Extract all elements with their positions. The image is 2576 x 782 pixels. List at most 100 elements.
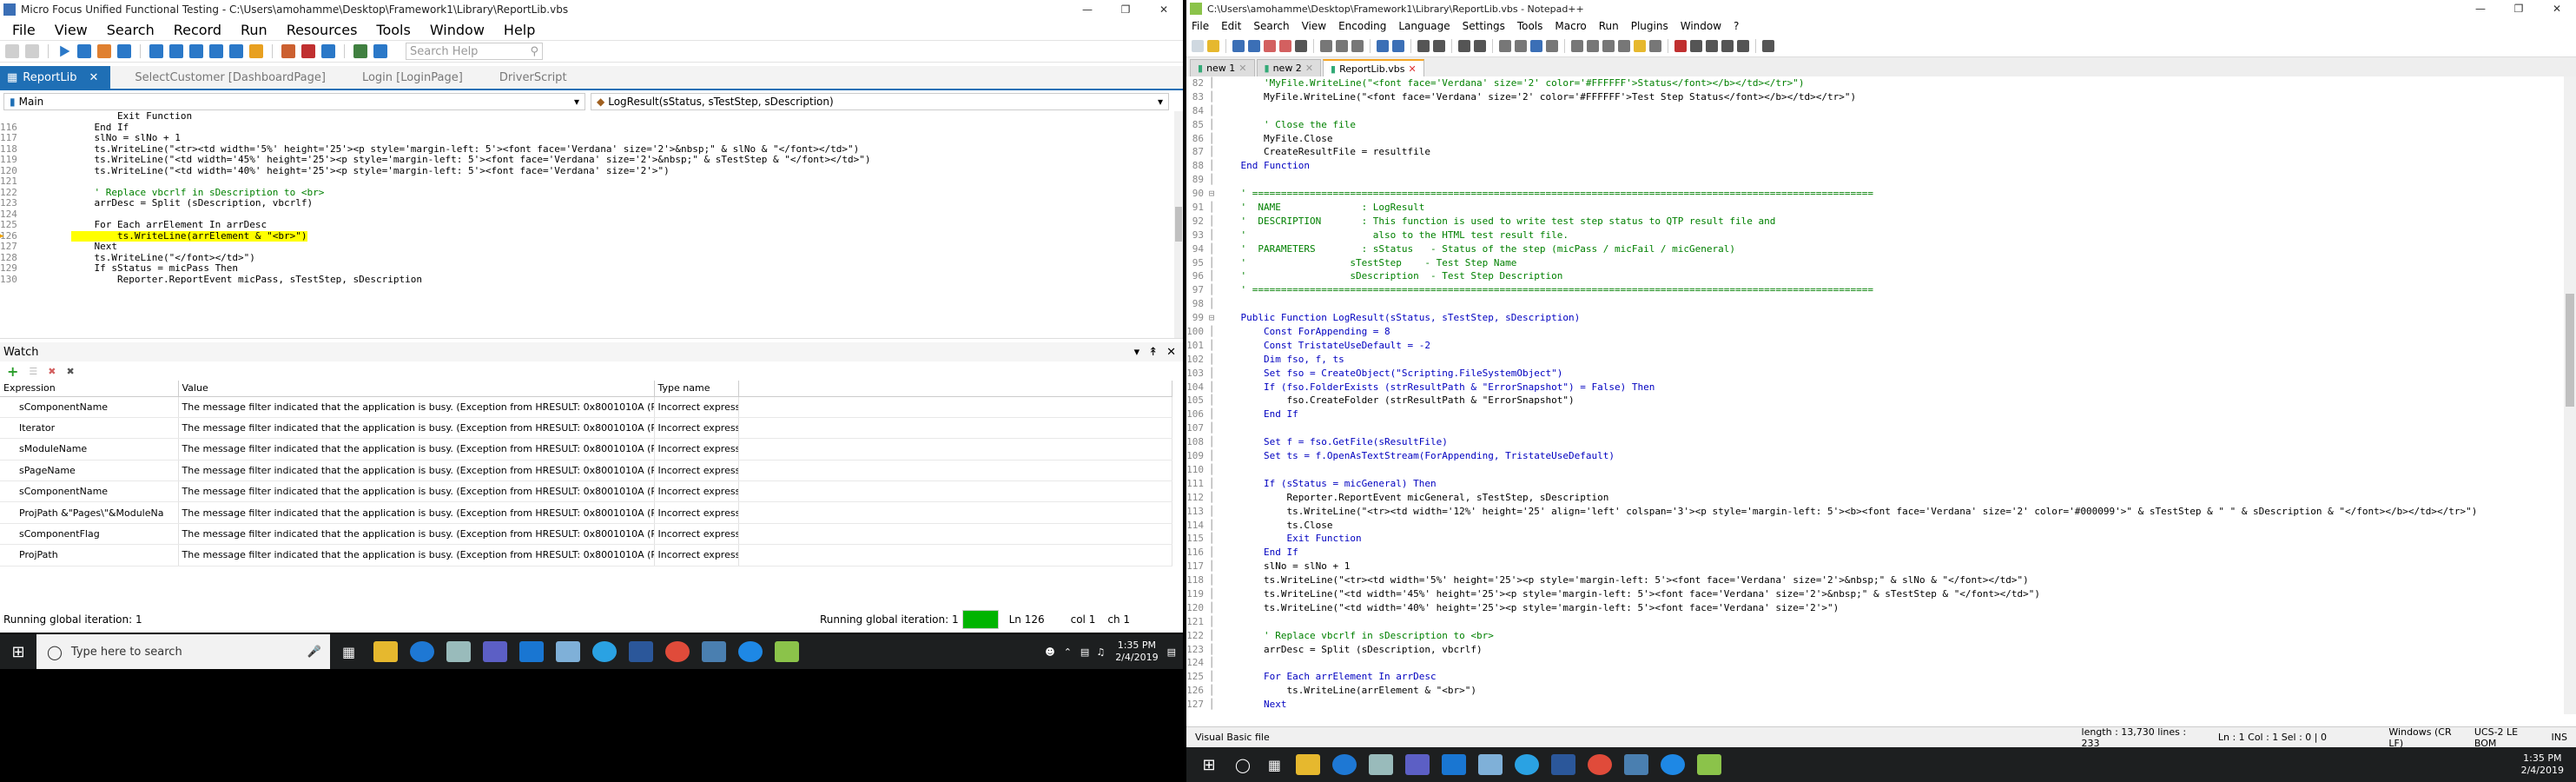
fold-marker[interactable]: │	[1205, 573, 1218, 587]
code-line[interactable]: 122 │ ' Replace vbcrlf in sDescription to…	[1186, 629, 2576, 643]
code-line[interactable]: 126 │ ts.WriteLine(arrElement & "<br>")	[1186, 684, 2576, 698]
code-line[interactable]: 88 │ End Function	[1186, 159, 2576, 173]
zoom-out-icon[interactable]	[1474, 39, 1486, 52]
code-line[interactable]: 99 ⊟ Public Function LogResult(sStatus, s…	[1186, 311, 2576, 325]
skype-icon[interactable]	[592, 641, 618, 662]
fold-marker[interactable]: │	[1205, 463, 1218, 477]
code-line[interactable]: 125 For Each arrElement In arrDesc	[0, 219, 1183, 231]
col-value[interactable]: Value	[178, 381, 655, 397]
menu-record[interactable]: Record	[174, 22, 221, 38]
menu-run[interactable]: Run	[241, 22, 268, 38]
fold-marker[interactable]: │	[1205, 118, 1218, 132]
people-icon[interactable]: ☻	[1045, 646, 1054, 658]
code-line[interactable]: 93 │ ' also to the HTML test result file.	[1186, 229, 2576, 242]
fold-marker[interactable]: │	[1205, 601, 1218, 615]
fold-marker[interactable]: │	[1205, 505, 1218, 519]
code-line[interactable]: 96 │ ' sDescription - Test Step Descripti…	[1186, 269, 2576, 283]
word-wrap-icon[interactable]	[1530, 39, 1542, 52]
notepad-icon[interactable]	[556, 641, 581, 662]
menu-settings[interactable]: Settings	[1463, 20, 1505, 32]
code-line[interactable]: 94 │ ' PARAMETERS : sStatus - Status of t…	[1186, 242, 2576, 256]
checkpoint-icon[interactable]	[301, 44, 315, 58]
clock[interactable]: 1:35 PM 2/4/2019	[2521, 752, 2564, 777]
run-macro-icon[interactable]	[1721, 39, 1734, 52]
close-tab-icon[interactable]: ✕	[1238, 63, 1246, 74]
code-line[interactable]: 127 Next	[0, 241, 1183, 253]
code-line[interactable]: 120 │ ts.WriteLine("<td width='40%' heigh…	[1186, 601, 2576, 615]
code-line[interactable]: 115 │ Exit Function	[1186, 532, 2576, 546]
gutter[interactable]	[17, 111, 71, 123]
fold-marker[interactable]: │	[1205, 201, 1218, 215]
fold-marker[interactable]: │	[1205, 643, 1218, 657]
code-line[interactable]: 126➤ ts.WriteLine(arrElement & "<br>")	[0, 230, 1183, 242]
microphone-icon[interactable]: 🎤	[307, 646, 321, 659]
step-out-icon[interactable]	[209, 44, 223, 58]
skype-icon[interactable]	[1515, 754, 1540, 775]
notepad-icon[interactable]	[1478, 754, 1503, 775]
code-line[interactable]: 121 │	[1186, 615, 2576, 629]
word-icon[interactable]	[629, 641, 654, 662]
notepadpp-icon[interactable]	[775, 641, 800, 662]
watch-expression[interactable]: sComponentName	[0, 480, 179, 503]
windows-start-icon[interactable]: ⊞	[1192, 756, 1226, 774]
pin-icon[interactable]: ↟	[1148, 346, 1158, 359]
stop-macro-icon[interactable]	[1690, 39, 1702, 52]
gutter[interactable]	[17, 133, 71, 144]
code-line[interactable]: 98 │	[1186, 297, 2576, 311]
fold-marker[interactable]: │	[1205, 215, 1218, 229]
watch-expression[interactable]: sComponentFlag	[0, 523, 179, 546]
code-line[interactable]: 117 slNo = slNo + 1	[0, 132, 1183, 144]
gutter[interactable]: ➤	[0, 230, 71, 242]
code-editor[interactable]: Exit Function 116 End If 117 slNo = slNo +…	[0, 111, 1183, 339]
npp-code-editor[interactable]: 82 │ 'MyFile.WriteLine("<font face='Verda…	[1186, 76, 2576, 714]
scroll-thumb[interactable]	[2566, 294, 2574, 407]
gutter[interactable]	[17, 263, 71, 275]
edit-icon[interactable]: ☰	[29, 366, 37, 377]
breakpoint-icon[interactable]	[229, 44, 243, 58]
replace-icon[interactable]	[1433, 39, 1445, 52]
fold-marker[interactable]: │	[1205, 394, 1218, 408]
step-over-icon[interactable]	[189, 44, 203, 58]
windows-start-icon[interactable]: ⊞	[0, 643, 36, 661]
doc-map-icon[interactable]	[1602, 39, 1615, 52]
watch-row[interactable]: ProjPath &"Pages\"&ModuleNa The message f…	[0, 501, 1172, 524]
fold-marker[interactable]: │	[1205, 159, 1218, 173]
gutter[interactable]	[17, 188, 71, 199]
code-line[interactable]: 114 │ ts.Close	[1186, 519, 2576, 533]
fold-marker[interactable]: │	[1205, 477, 1218, 491]
menu-tools[interactable]: Tools	[376, 22, 410, 38]
watch-row[interactable]: sComponentName The message filter indicat…	[0, 396, 1172, 418]
code-line[interactable]: 124 │	[1186, 656, 2576, 670]
pane-options-icon[interactable]: ▾	[1134, 346, 1140, 359]
cut-icon[interactable]	[1320, 39, 1332, 52]
fold-marker[interactable]: │	[1205, 670, 1218, 684]
col-type[interactable]: Type name	[654, 381, 739, 397]
watch-expression[interactable]: ProjPath &"Pages\"&ModuleNa	[0, 501, 179, 524]
ie-icon[interactable]	[738, 641, 763, 662]
menu-view[interactable]: View	[1302, 20, 1326, 32]
spellcheck-icon[interactable]	[1762, 39, 1774, 52]
indent-guide-icon[interactable]	[1571, 39, 1583, 52]
step-into-icon[interactable]	[169, 44, 183, 58]
fold-marker[interactable]: │	[1205, 629, 1218, 643]
code-line[interactable]: 111 │ If (sStatus = micGeneral) Then	[1186, 477, 2576, 491]
gutter[interactable]	[17, 198, 71, 209]
volume-icon[interactable]: ♫	[1096, 646, 1105, 658]
outlook-icon[interactable]	[1442, 754, 1467, 775]
run-icon[interactable]	[60, 45, 70, 57]
menu-file[interactable]: File	[1192, 20, 1209, 32]
code-line[interactable]: 91 │ ' NAME : LogResult	[1186, 201, 2576, 215]
edge-icon[interactable]	[410, 641, 435, 662]
task-view-icon[interactable]: ▦	[1268, 757, 1281, 773]
menu-help[interactable]: ?	[1734, 20, 1739, 32]
scroll-thumb[interactable]	[1175, 207, 1182, 242]
fold-marker[interactable]: │	[1205, 491, 1218, 505]
watch-expression[interactable]: sModuleName	[0, 438, 179, 461]
minimize-icon[interactable]: —	[1068, 0, 1106, 19]
folder-workspace-icon[interactable]	[1634, 39, 1646, 52]
maximize-icon[interactable]: ❐	[1106, 0, 1145, 19]
notepadpp-icon[interactable]	[1697, 754, 1722, 775]
fold-marker[interactable]: │	[1205, 283, 1218, 297]
fold-marker[interactable]: │	[1205, 297, 1218, 311]
gutter[interactable]	[17, 220, 71, 231]
